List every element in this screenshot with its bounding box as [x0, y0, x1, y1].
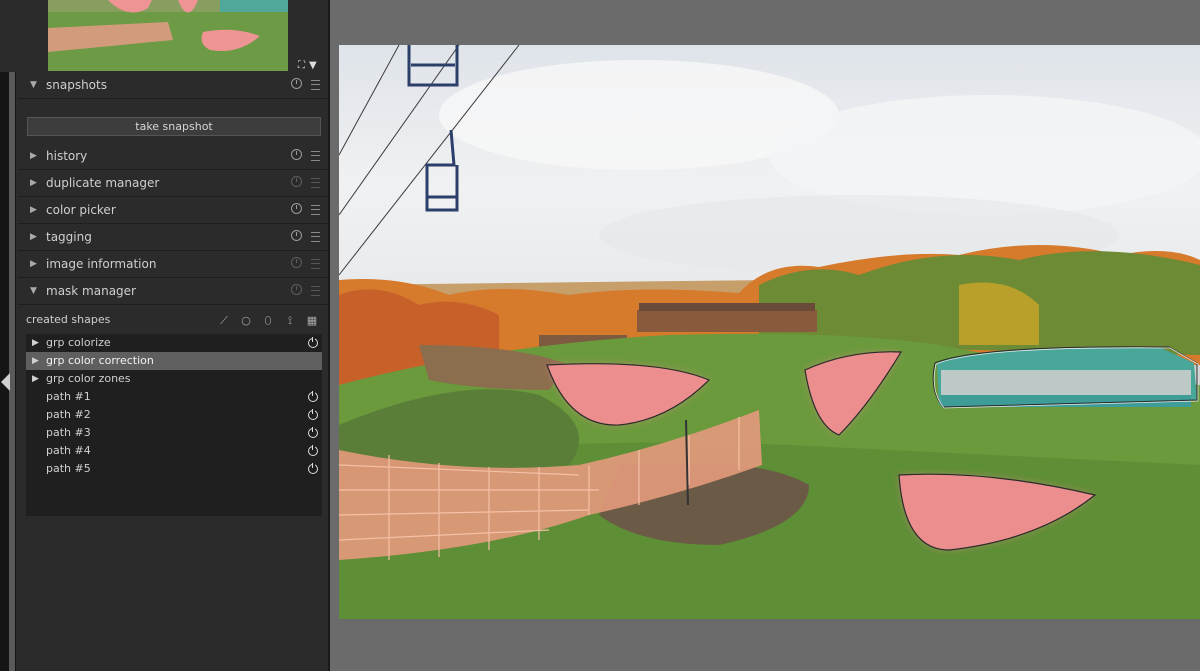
reset-icon[interactable]	[291, 203, 302, 214]
module-label: mask manager	[46, 284, 136, 298]
collapsed-triangle-icon: ▶	[30, 178, 37, 188]
tree-path-2[interactable]: path #2	[26, 406, 322, 424]
module-header-history[interactable]: ▶ history	[18, 143, 328, 170]
expander-icon[interactable]: ▶	[32, 352, 39, 370]
mask-tree: ▶ grp colorize ▶ grp color correction ▶ …	[26, 334, 322, 516]
image-canvas[interactable]	[339, 45, 1200, 619]
tree-item-label: path #4	[46, 444, 91, 457]
tree-group-colorize[interactable]: ▶ grp colorize	[26, 334, 322, 352]
snapshots-body: take snapshot	[18, 99, 328, 143]
power-icon[interactable]	[308, 463, 318, 474]
expander-icon[interactable]: ▶	[32, 370, 39, 388]
presets-menu-icon[interactable]	[311, 259, 320, 269]
tree-item-label: grp color zones	[46, 372, 131, 385]
expanded-triangle-icon: ▼	[30, 80, 37, 90]
presets-menu-icon[interactable]	[311, 205, 320, 215]
path-icon[interactable]: ⟟	[284, 315, 296, 327]
tree-item-label: path #1	[46, 390, 91, 403]
left-panel: ⛶ ▼ ▼ snapshots take snapshot ▶ history ▶…	[0, 0, 330, 671]
power-icon[interactable]	[308, 409, 318, 420]
panel-collapse-bar[interactable]	[0, 72, 16, 671]
collapse-panel-icon[interactable]	[1, 373, 10, 391]
presets-menu-icon[interactable]	[311, 178, 320, 188]
tree-item-label: path #2	[46, 408, 91, 421]
reset-icon[interactable]	[291, 230, 302, 241]
fullscreen-icon[interactable]: ⛶	[298, 60, 305, 71]
take-snapshot-button[interactable]: take snapshot	[27, 117, 321, 136]
module-label: history	[46, 149, 88, 163]
mask-manager-body: created shapes ⟋ ○ ⬯ ⟟ ▦ ▶ grp colorize …	[18, 305, 328, 525]
photo-scene	[339, 45, 1200, 619]
module-header-tagging[interactable]: ▶ tagging	[18, 224, 328, 251]
module-header-duplicate-manager[interactable]: ▶ duplicate manager	[18, 170, 328, 197]
module-label: image information	[46, 257, 157, 271]
module-header-image-information[interactable]: ▶ image information	[18, 251, 328, 278]
tree-path-4[interactable]: path #4	[26, 442, 322, 460]
tree-item-label: path #5	[46, 462, 91, 475]
tree-path-1[interactable]: path #1	[26, 388, 322, 406]
tree-item-label: grp color correction	[46, 354, 154, 367]
power-icon[interactable]	[308, 445, 318, 456]
reset-icon[interactable]	[291, 176, 302, 187]
collapsed-triangle-icon: ▶	[30, 232, 37, 242]
circle-icon[interactable]: ○	[240, 315, 252, 327]
expanded-triangle-icon: ▼	[30, 286, 37, 296]
panel-border	[328, 0, 330, 671]
tree-group-color-zones[interactable]: ▶ grp color zones	[26, 370, 322, 388]
panel-scrollbar[interactable]	[9, 72, 15, 671]
brush-icon[interactable]: ⟋	[218, 315, 230, 327]
reset-icon[interactable]	[291, 257, 302, 268]
tree-item-label: path #3	[46, 426, 91, 439]
navigation-controls: ⛶ ▼	[298, 60, 321, 71]
created-shapes-row: created shapes ⟋ ○ ⬯ ⟟ ▦	[26, 313, 320, 331]
power-icon[interactable]	[308, 427, 318, 438]
expander-icon[interactable]: ▶	[32, 334, 39, 352]
module-label: duplicate manager	[46, 176, 160, 190]
module-label: tagging	[46, 230, 92, 244]
presets-menu-icon[interactable]	[311, 286, 320, 296]
collapsed-triangle-icon: ▶	[30, 205, 37, 215]
module-header-mask-manager[interactable]: ▼ mask manager	[18, 278, 328, 305]
presets-menu-icon[interactable]	[311, 151, 320, 161]
presets-menu-icon[interactable]	[311, 232, 320, 242]
presets-menu-icon[interactable]	[311, 80, 320, 90]
module-label: color picker	[46, 203, 116, 217]
module-header-color-picker[interactable]: ▶ color picker	[18, 197, 328, 224]
module-list: ▼ snapshots take snapshot ▶ history ▶ du…	[18, 72, 328, 525]
gradient-icon[interactable]: ▦	[306, 315, 318, 327]
collapsed-triangle-icon: ▶	[30, 151, 37, 161]
reset-icon[interactable]	[291, 149, 302, 160]
power-icon[interactable]	[308, 337, 318, 348]
dropdown-icon[interactable]: ▼	[309, 60, 317, 71]
navigation-thumbnail-image	[48, 0, 288, 71]
reset-icon[interactable]	[291, 284, 302, 295]
navigation-thumbnail[interactable]	[48, 0, 288, 71]
reset-icon[interactable]	[291, 78, 302, 89]
collapsed-triangle-icon: ▶	[30, 259, 37, 269]
created-shapes-label: created shapes	[26, 313, 111, 326]
tree-path-3[interactable]: path #3	[26, 424, 322, 442]
ellipse-icon[interactable]: ⬯	[262, 315, 274, 327]
tree-path-5[interactable]: path #5	[26, 460, 322, 478]
tree-item-label: grp colorize	[46, 336, 111, 349]
power-icon[interactable]	[308, 391, 318, 402]
tree-group-color-correction[interactable]: ▶ grp color correction	[26, 352, 322, 370]
module-label: snapshots	[46, 78, 107, 92]
module-header-snapshots[interactable]: ▼ snapshots	[18, 72, 328, 99]
